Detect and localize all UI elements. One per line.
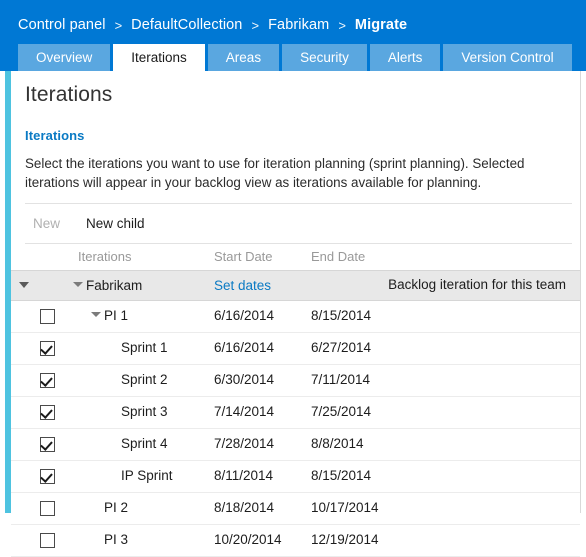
- iteration-name: Sprint 1: [121, 340, 168, 355]
- end-date-value: 6/27/2014: [311, 340, 372, 355]
- section-title: Iterations: [25, 128, 85, 143]
- tab-security[interactable]: Security: [282, 44, 367, 71]
- tab-areas[interactable]: Areas: [207, 44, 280, 71]
- backlog-iteration-note: Backlog iteration for this team: [388, 277, 566, 292]
- table-row[interactable]: PI 1 6/16/2014 8/15/2014: [11, 301, 580, 333]
- table-row[interactable]: Fabrikam Set dates Backlog iteration for t…: [11, 270, 580, 301]
- tab-alerts[interactable]: Alerts: [369, 44, 441, 71]
- column-header-end-date: End Date: [311, 249, 366, 264]
- iteration-name: IP Sprint: [121, 468, 173, 483]
- breadcrumb-separator: >: [338, 17, 346, 33]
- start-date-value: 7/14/2014: [214, 404, 275, 419]
- row-checkbox[interactable]: [40, 501, 55, 516]
- new-button[interactable]: New: [25, 212, 68, 235]
- breadcrumb-separator: >: [251, 17, 260, 33]
- grid-toolbar: New New child: [25, 204, 153, 243]
- iteration-name: PI 1: [104, 308, 129, 323]
- iteration-name: Fabrikam: [86, 278, 143, 293]
- row-checkbox[interactable]: [40, 469, 55, 484]
- section-description: Select the iterations you want to use fo…: [25, 156, 525, 190]
- table-row[interactable]: Sprint 4 7/28/2014 8/8/2014: [11, 429, 580, 461]
- set-dates-link[interactable]: Set dates: [214, 278, 271, 293]
- tab-iterations[interactable]: Iterations: [113, 44, 205, 71]
- grid-header-row: Iterations Start Date End Date: [11, 244, 580, 270]
- breadcrumb-item-migrate: Migrate: [354, 17, 408, 33]
- row-checkbox[interactable]: [40, 341, 55, 356]
- start-date-value: 10/20/2014: [214, 532, 282, 547]
- table-row[interactable]: Sprint 2 6/30/2014 7/11/2014: [11, 365, 580, 397]
- start-date-value: 6/16/2014: [214, 340, 275, 355]
- breadcrumb-item-fabrikam[interactable]: Fabrikam: [268, 17, 329, 33]
- start-date-value: 6/16/2014: [214, 308, 275, 323]
- table-row[interactable]: Sprint 1 6/16/2014 6/27/2014: [11, 333, 580, 365]
- end-date-value: 12/19/2014: [311, 532, 379, 547]
- end-date-value: 8/15/2014: [311, 308, 372, 323]
- breadcrumb: Control panel > DefaultCollection > Fabrikam…: [18, 15, 407, 35]
- iteration-name: PI 3: [104, 532, 129, 547]
- row-checkbox[interactable]: [40, 309, 55, 324]
- table-row[interactable]: PI 2 8/18/2014 10/17/2014: [11, 493, 580, 525]
- row-checkbox[interactable]: [40, 533, 55, 548]
- column-header-start-date: Start Date: [214, 249, 273, 264]
- tab-strip: Overview Iterations Areas Security Alerts Ver…: [18, 44, 575, 71]
- expander-triangle-icon[interactable]: [73, 282, 83, 287]
- end-date-value: 8/15/2014: [311, 468, 372, 483]
- chevron-down-icon[interactable]: [19, 282, 29, 288]
- breadcrumb-separator: >: [114, 17, 123, 33]
- table-row[interactable]: IP Sprint 8/11/2014 8/15/2014: [11, 461, 580, 493]
- end-date-value: 8/8/2014: [311, 436, 364, 451]
- row-checkbox[interactable]: [40, 405, 55, 420]
- control-panel-window: Control panel > DefaultCollection > Fabrikam…: [0, 0, 586, 557]
- tab-version-control[interactable]: Version Control: [443, 44, 572, 71]
- row-checkbox[interactable]: [40, 373, 55, 388]
- end-date-value: 7/25/2014: [311, 404, 372, 419]
- iteration-name: Sprint 3: [121, 404, 168, 419]
- expander-triangle-icon[interactable]: [91, 312, 101, 317]
- end-date-value: 7/11/2014: [311, 372, 371, 387]
- table-row[interactable]: Sprint 3 7/14/2014 7/25/2014: [11, 397, 580, 429]
- tab-overview[interactable]: Overview: [18, 44, 111, 71]
- content-panel: Iterations Iterations Select the iterati…: [5, 71, 581, 557]
- start-date-value: 7/28/2014: [214, 436, 275, 451]
- row-checkbox[interactable]: [40, 437, 55, 452]
- start-date-value: 8/11/2014: [214, 468, 274, 483]
- iteration-name: Sprint 4: [121, 436, 168, 451]
- grid-body: Fabrikam Set dates Backlog iteration for t…: [11, 270, 580, 557]
- breadcrumb-item-control-panel[interactable]: Control panel: [18, 17, 106, 33]
- start-date-value: 6/30/2014: [214, 372, 275, 387]
- breadcrumb-item-defaultcollection[interactable]: DefaultCollection: [131, 17, 242, 33]
- column-header-iterations: Iterations: [78, 249, 132, 264]
- iterations-grid: Iterations Start Date End Date Fabrikam S…: [11, 244, 580, 557]
- new-child-button[interactable]: New child: [78, 212, 153, 235]
- table-row[interactable]: PI 3 10/20/2014 12/19/2014: [11, 525, 580, 557]
- iteration-name: Sprint 2: [121, 372, 168, 387]
- page-title: Iterations: [25, 83, 113, 106]
